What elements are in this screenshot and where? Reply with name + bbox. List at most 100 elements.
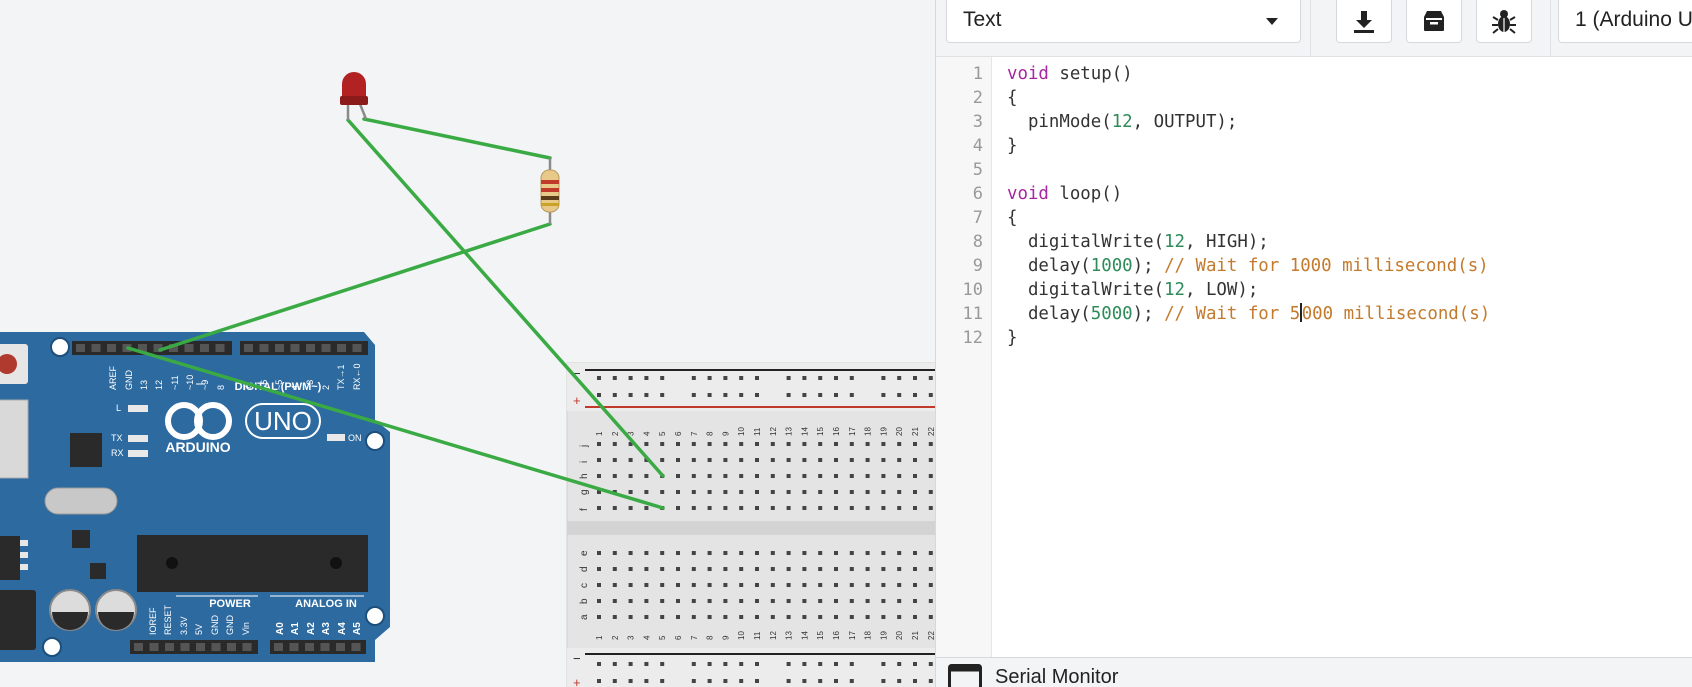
breadboard-hole xyxy=(913,599,917,603)
rail-hole xyxy=(707,679,712,683)
column-label: 4 xyxy=(642,431,651,436)
rail-hole xyxy=(691,662,696,666)
rail-hole xyxy=(644,376,649,380)
editor-toolbar: Text 1 (Arduino U xyxy=(936,0,1692,57)
breadboard-hole xyxy=(676,506,680,510)
code-line: } xyxy=(1007,326,1017,350)
rail-hole xyxy=(628,662,633,666)
breadboard-hole xyxy=(913,551,917,555)
rail-hole xyxy=(928,679,933,683)
breadboard-hole xyxy=(644,599,649,603)
mount-hole xyxy=(42,637,62,657)
line-number: 1 xyxy=(972,64,983,84)
led-on xyxy=(327,434,345,441)
rail-hole xyxy=(834,376,838,380)
code-token: 12 xyxy=(1164,280,1186,300)
rail-hole xyxy=(755,679,759,683)
breadboard-hole xyxy=(755,490,759,494)
header-pin-hole xyxy=(184,344,194,352)
rail-plus-label: + xyxy=(573,393,581,408)
column-label: 3 xyxy=(627,635,636,640)
line-number: 9 xyxy=(972,256,983,276)
column-label: 20 xyxy=(895,427,904,436)
breadboard-hole xyxy=(723,506,728,510)
analog-pin-label: A4 xyxy=(337,622,348,635)
rail-hole xyxy=(739,662,744,666)
wire-resistor-to-pin-12[interactable] xyxy=(158,222,552,352)
wire-led-to-breadboard[interactable] xyxy=(346,118,665,478)
download-button[interactable] xyxy=(1336,0,1392,43)
small-chip-2 xyxy=(90,563,106,579)
breadboard-hole xyxy=(739,583,744,587)
breadboard-hole xyxy=(770,458,775,462)
code-token: void xyxy=(1007,64,1049,84)
breadboard-hole xyxy=(881,583,886,587)
breadboard-hole xyxy=(865,506,870,510)
breadboard-hole xyxy=(676,458,680,462)
breadboard-hole xyxy=(928,458,933,462)
breadboard-hole xyxy=(881,458,886,462)
breadboard-hole xyxy=(597,551,601,555)
breadboard-hole xyxy=(691,474,696,478)
code-token: 1000 xyxy=(1090,256,1133,276)
rail-hole xyxy=(928,376,933,380)
row-label: g xyxy=(579,489,590,495)
power-pin-label: IOREF xyxy=(148,607,158,635)
breadboard-hole xyxy=(786,567,791,571)
upload-to-board-button[interactable] xyxy=(1406,0,1462,43)
pin-label: 2 xyxy=(321,385,331,390)
line-number: 4 xyxy=(972,136,983,156)
capacitor xyxy=(95,589,137,631)
breadboard-hole xyxy=(913,583,917,587)
breadboard-hole xyxy=(786,474,791,478)
board-select-dropdown[interactable]: 1 (Arduino U xyxy=(1558,0,1692,43)
column-label: 5 xyxy=(658,635,667,640)
column-label: 11 xyxy=(753,631,762,640)
breadboard-hole xyxy=(802,615,807,619)
breadboard-hole xyxy=(802,458,807,462)
line-number: 12 xyxy=(962,328,983,348)
power-pin-label: 3.3V xyxy=(179,616,189,635)
circuit-canvas[interactable]: AREF GND 13 12 ~11 ~10 ~9 8 7 ~6 ~5 4 ~3 2 TX→1 RX←0 DI… xyxy=(0,0,935,687)
breadboard-hole xyxy=(865,567,870,571)
breadboard-hole xyxy=(865,599,870,603)
header-pin-hole xyxy=(336,643,345,651)
rail-hole xyxy=(612,376,617,380)
resistor[interactable] xyxy=(540,158,560,224)
breadboard-hole xyxy=(897,583,902,587)
code-editor-panel: Text 1 (Arduino U 1 2 3 4 5 6 7 8 9 10 1… xyxy=(935,0,1692,687)
breadboard-hole xyxy=(770,567,775,571)
breadboard-hole xyxy=(723,474,728,478)
red-led[interactable] xyxy=(340,72,368,120)
header-pin-hole xyxy=(134,643,143,651)
breadboard-hole xyxy=(755,551,759,555)
code-token: void xyxy=(1007,184,1049,204)
code-line: void loop() xyxy=(1007,182,1122,206)
debugger-button[interactable] xyxy=(1476,0,1532,43)
breadboard-hole xyxy=(913,474,917,478)
serial-monitor-bar[interactable]: Serial Monitor xyxy=(936,657,1692,687)
breadboard-hole xyxy=(834,442,838,446)
line-number: 5 xyxy=(972,160,983,180)
rail-hole xyxy=(849,662,854,666)
wire-led-to-resistor[interactable] xyxy=(362,117,552,160)
code-token: delay( xyxy=(1007,256,1091,276)
column-label: 15 xyxy=(816,631,825,640)
row-label: c xyxy=(579,583,590,588)
rail-hole xyxy=(723,662,728,666)
breadboard-hole xyxy=(881,615,886,619)
breadboard[interactable]: − + − + 11223344556677889910101111121213… xyxy=(566,362,935,687)
breadboard-hole xyxy=(834,583,838,587)
line-number: 7 xyxy=(972,208,983,228)
code-editor[interactable]: 1 2 3 4 5 6 7 8 9 10 11 12 void setup(){ pinMode(12… xyxy=(936,57,1692,657)
rail-hole xyxy=(644,393,649,397)
header-pin-hole xyxy=(259,344,269,352)
arduino-uno-board[interactable]: AREF GND 13 12 ~11 ~10 ~9 8 7 ~6 ~5 4 ~3 2 TX→1 RX←0 DI… xyxy=(0,332,390,662)
column-label: 1 xyxy=(595,431,604,436)
header-pin-hole xyxy=(76,344,85,352)
breadboard-hole xyxy=(676,551,680,555)
led-label-on: ON xyxy=(348,433,362,443)
breadboard-hole xyxy=(802,567,807,571)
editor-mode-dropdown[interactable]: Text xyxy=(946,0,1301,43)
breadboard-hole xyxy=(818,458,823,462)
